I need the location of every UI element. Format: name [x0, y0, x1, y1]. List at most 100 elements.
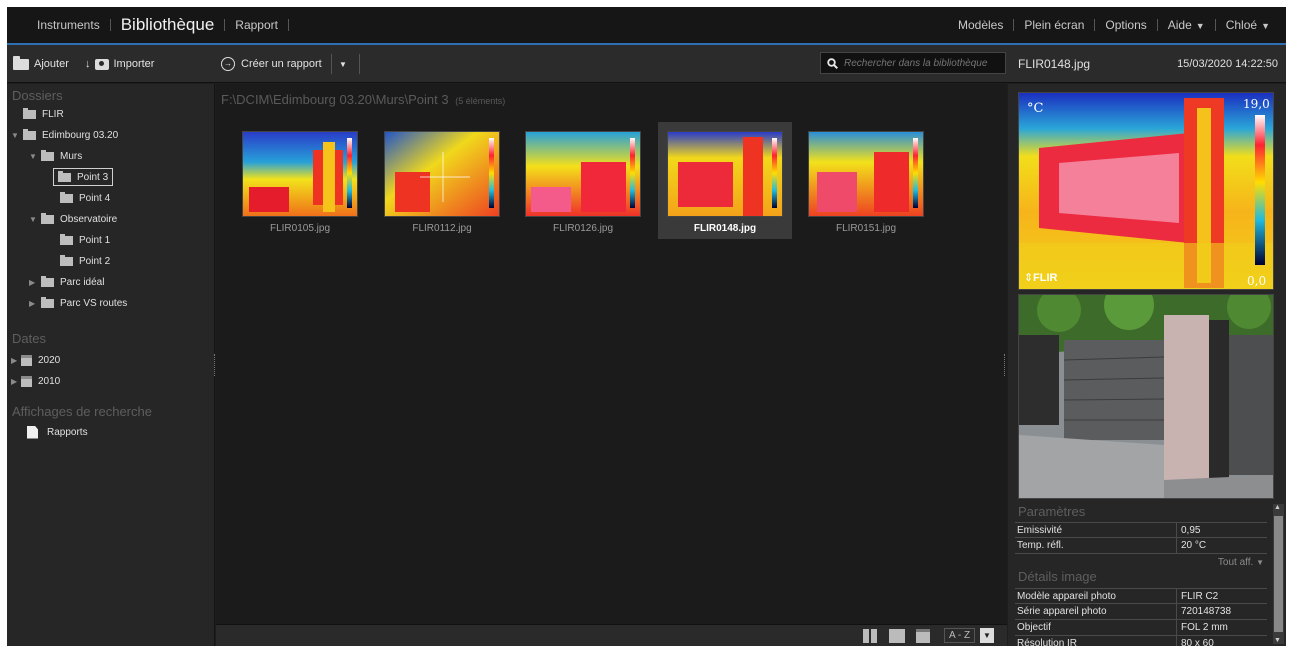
current-file-name: FLIR0148.jpg	[1018, 57, 1091, 71]
folder-label: Murs	[60, 150, 83, 162]
rapports-item[interactable]: Rapports	[27, 423, 88, 441]
thumbnail-item-selected[interactable]: FLIR0148.jpg	[658, 122, 792, 239]
param-value[interactable]: 20 °C	[1176, 538, 1206, 553]
folder-point1[interactable]: Point 1	[60, 231, 110, 249]
folder-parc-vs-routes[interactable]: ▶ Parc VS routes	[29, 294, 127, 312]
folder-label: FLIR	[42, 108, 64, 120]
folder-edimbourg[interactable]: ▼ Edimbourg 03.20	[11, 126, 118, 144]
breadcrumb-path: F:\DCIM\Edimbourg 03.20\Murs\Point 3 (5 …	[221, 92, 505, 107]
nav-aide[interactable]: Aide ▼	[1160, 18, 1213, 32]
date-label: 2010	[38, 375, 61, 387]
arrow-down-icon: ↓	[85, 58, 91, 70]
creer-rapport-button[interactable]: → Créer un rapport	[221, 45, 322, 83]
caret-down-icon: ▼	[339, 59, 347, 69]
ajouter-button[interactable]: Ajouter	[13, 45, 69, 83]
nav-bibliotheque[interactable]: Bibliothèque	[113, 15, 223, 35]
folder-icon	[41, 149, 54, 161]
params-section-title: Paramètres	[1018, 504, 1086, 519]
detail-row: Modèle appareil photo FLIR C2	[1015, 588, 1267, 604]
folder-observatoire[interactable]: ▼ Observatoire	[29, 210, 117, 228]
details-scrollbar[interactable]: ▲ ▼	[1273, 504, 1284, 644]
sort-order-select[interactable]: A - Z	[944, 628, 976, 643]
details-section-title: Détails image	[1018, 569, 1097, 584]
detail-key: Objectif	[1017, 622, 1051, 633]
folder-label: Point 1	[79, 234, 111, 246]
scale-min-label: 0,0	[1247, 274, 1266, 288]
folder-point2[interactable]: Point 2	[60, 252, 110, 270]
detail-key: Modèle appareil photo	[1017, 591, 1116, 602]
search-input[interactable]	[844, 57, 994, 69]
collapse-triangle-icon[interactable]: ▶	[11, 377, 21, 386]
folder-flir[interactable]: FLIR	[23, 105, 64, 123]
folder-view-icon[interactable]	[889, 629, 905, 643]
date-label: 2020	[38, 354, 61, 366]
folder-murs[interactable]: ▼ Murs	[29, 147, 82, 165]
top-navigation: Instruments Bibliothèque Rapport Modèles…	[7, 7, 1286, 45]
expand-triangle-icon[interactable]: ▼	[29, 215, 39, 224]
detail-value: 720148738	[1176, 604, 1231, 619]
folder-label: Point 2	[79, 255, 111, 267]
importer-button[interactable]: ↓ Importer	[85, 45, 154, 83]
date-2020[interactable]: ▶ 2020	[11, 351, 60, 369]
calendar-view-icon[interactable]	[916, 629, 930, 643]
folder-icon	[60, 254, 73, 266]
caret-down-icon: ▼	[1261, 21, 1270, 31]
expand-triangle-icon[interactable]: ▼	[11, 131, 21, 140]
folder-icon	[41, 212, 54, 224]
detail-key: Résolution IR	[1017, 638, 1078, 646]
detail-value: 80 x 60	[1176, 636, 1214, 646]
nav-separator	[1094, 19, 1096, 31]
nav-separator	[109, 19, 111, 31]
nav-modeles[interactable]: Modèles	[950, 18, 1011, 32]
nav-options[interactable]: Options	[1097, 18, 1154, 32]
grid-view-icon[interactable]	[863, 629, 877, 643]
thumbnail-item[interactable]: FLIR0105.jpg	[233, 122, 367, 239]
nav-separator	[287, 19, 289, 31]
thumbnail-caption: FLIR0126.jpg	[552, 223, 614, 234]
collapse-triangle-icon[interactable]: ▶	[11, 356, 21, 365]
nav-rapport[interactable]: Rapport	[227, 18, 286, 32]
folder-point4[interactable]: Point 4	[60, 189, 110, 207]
expand-triangle-icon[interactable]: ▼	[29, 152, 39, 161]
folder-label: Parc idéal	[60, 276, 105, 288]
library-search[interactable]	[820, 52, 1006, 74]
param-key: Emissivité	[1017, 525, 1063, 536]
detail-value: FLIR C2	[1176, 589, 1218, 604]
collapse-triangle-icon[interactable]: ▶	[29, 278, 39, 287]
dossiers-section-title: Dossiers	[12, 88, 63, 103]
folder-point3[interactable]: Point 3	[53, 168, 114, 186]
sort-dropdown-icon[interactable]: ▼	[980, 628, 994, 643]
nav-user-menu[interactable]: Chloé ▼	[1218, 18, 1278, 32]
preview-splitter-handle[interactable]	[1004, 354, 1006, 376]
thumbnail-caption: FLIR0105.jpg	[269, 223, 331, 234]
thumbnail-item[interactable]: FLIR0126.jpg	[516, 122, 650, 239]
current-file-date: 15/03/2020 14:22:50	[1177, 58, 1278, 70]
scroll-down-icon[interactable]: ▼	[1274, 637, 1281, 644]
folder-icon	[23, 107, 36, 119]
rapports-label: Rapports	[47, 426, 88, 438]
param-row-refl-temp: Temp. réfl. 20 °C	[1015, 538, 1267, 554]
collapse-triangle-icon[interactable]: ▶	[29, 299, 39, 308]
detail-row: Résolution IR 80 x 60	[1015, 636, 1267, 646]
nav-instruments[interactable]: Instruments	[29, 18, 108, 32]
scrollbar-thumb[interactable]	[1274, 516, 1283, 632]
flir-logo: FLIR	[1033, 272, 1057, 284]
folder-icon	[60, 191, 73, 203]
creer-rapport-label: Créer un rapport	[241, 58, 322, 70]
folder-label: Edimbourg 03.20	[42, 129, 119, 141]
thumbnail-item[interactable]: FLIR0151.jpg	[799, 122, 933, 239]
thumbnail-caption: FLIR0112.jpg	[412, 223, 472, 234]
thumbnail-item[interactable]: FLIR0112.jpg	[375, 122, 509, 239]
show-all-toggle[interactable]: Tout aff. ▼	[1218, 557, 1264, 568]
nav-plein-ecran[interactable]: Plein écran	[1016, 18, 1092, 32]
thermal-thumbnail	[384, 131, 500, 217]
dates-section-title: Dates	[12, 331, 46, 346]
sidebar: Dossiers FLIR ▼ Edimbourg 03.20 ▼ Murs P…	[7, 84, 215, 646]
folder-parc-ideal[interactable]: ▶ Parc idéal	[29, 273, 104, 291]
scroll-up-icon[interactable]: ▲	[1274, 504, 1281, 511]
thermal-preview-image: °C 19,0 0,0 FLIR ⇕	[1018, 92, 1274, 290]
param-value[interactable]: 0,95	[1176, 523, 1200, 538]
date-2010[interactable]: ▶ 2010	[11, 372, 60, 390]
creer-rapport-dropdown[interactable]: ▼	[339, 45, 347, 83]
flir-logo-mark: ⇕	[1024, 271, 1033, 284]
